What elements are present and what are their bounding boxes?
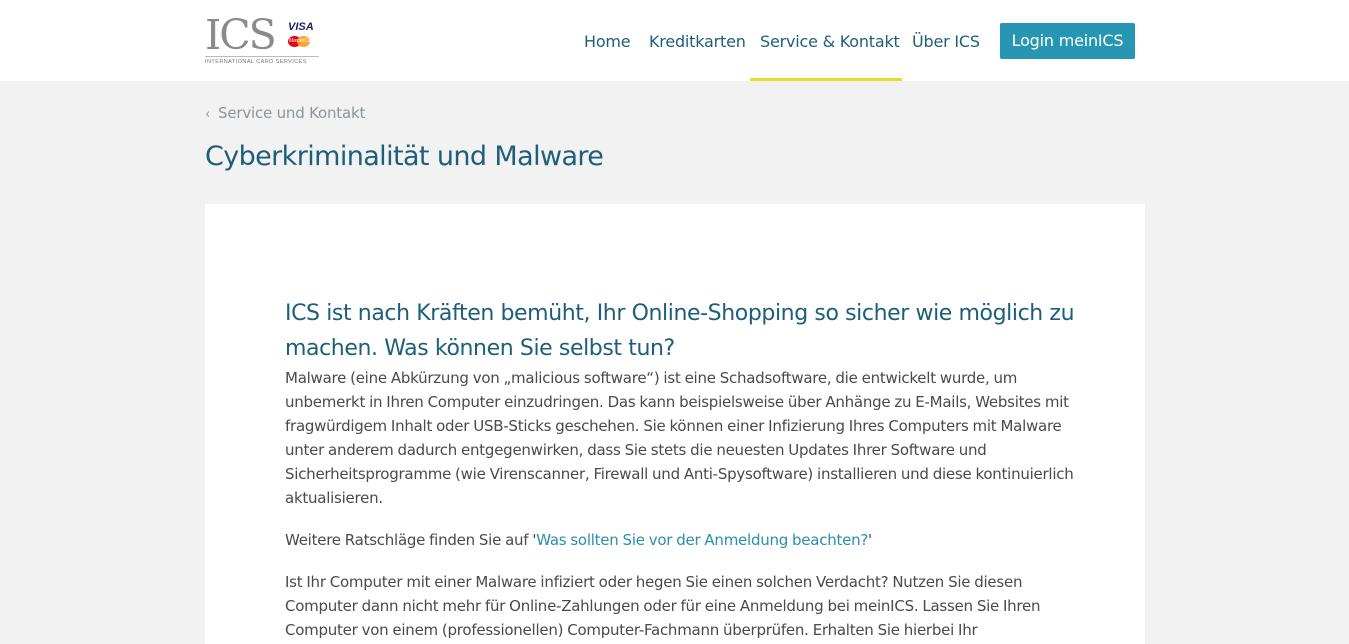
nav-item-ueber-ics[interactable]: Über ICS [912, 31, 980, 53]
article-heading: ICS ist nach Kräften bemüht, Ihr Online-… [285, 301, 1075, 361]
breadcrumb-label[interactable]: Service und Kontakt [218, 104, 365, 122]
advice-prefix: Weitere Ratschläge finden Sie auf ' [285, 531, 537, 549]
site-header: ICS VISA MasterCard INTERNATIONAL CARD S… [0, 0, 1349, 81]
advice-suffix: ' [868, 531, 872, 549]
mastercard-logo: MasterCard [288, 35, 316, 47]
article-paragraph-advice: Weitere Ratschläge finden Sie auf 'Was s… [285, 528, 1085, 552]
login-advice-link[interactable]: Was sollten Sie vor der Anmeldung beacht… [536, 531, 868, 549]
nav-item-service-kontakt[interactable]: Service & Kontakt [760, 31, 900, 53]
mastercard-text: MasterCard [289, 38, 316, 44]
chevron-left-icon: ‹ [205, 107, 210, 122]
ics-logo[interactable]: ICS VISA MasterCard INTERNATIONAL CARD S… [205, 13, 321, 69]
article-paragraph-malware: Malware (eine Abkürzung von „malicious s… [285, 369, 1074, 507]
article-body: ICS ist nach Kräften bemüht, Ihr Online-… [285, 296, 1085, 642]
content-card: ICS ist nach Kräften bemüht, Ihr Online-… [205, 204, 1145, 644]
logo-divider [205, 56, 319, 57]
nav-active-indicator [750, 78, 902, 81]
visa-logo: VISA [288, 21, 314, 33]
nav-item-home[interactable]: Home [584, 31, 631, 53]
article-paragraph-infected: Ist Ihr Computer mit einer Malware infiz… [285, 573, 1041, 639]
logo-subtitle: INTERNATIONAL CARD SERVICES [205, 59, 307, 65]
login-button[interactable]: Login meinICS [1000, 23, 1135, 59]
breadcrumb[interactable]: ‹ Service und Kontakt [205, 102, 365, 126]
page-title: Cyberkriminalität und Malware [205, 141, 604, 172]
logo-brand-text: ICS [205, 11, 277, 59]
nav-item-kreditkarten[interactable]: Kreditkarten [649, 31, 746, 53]
